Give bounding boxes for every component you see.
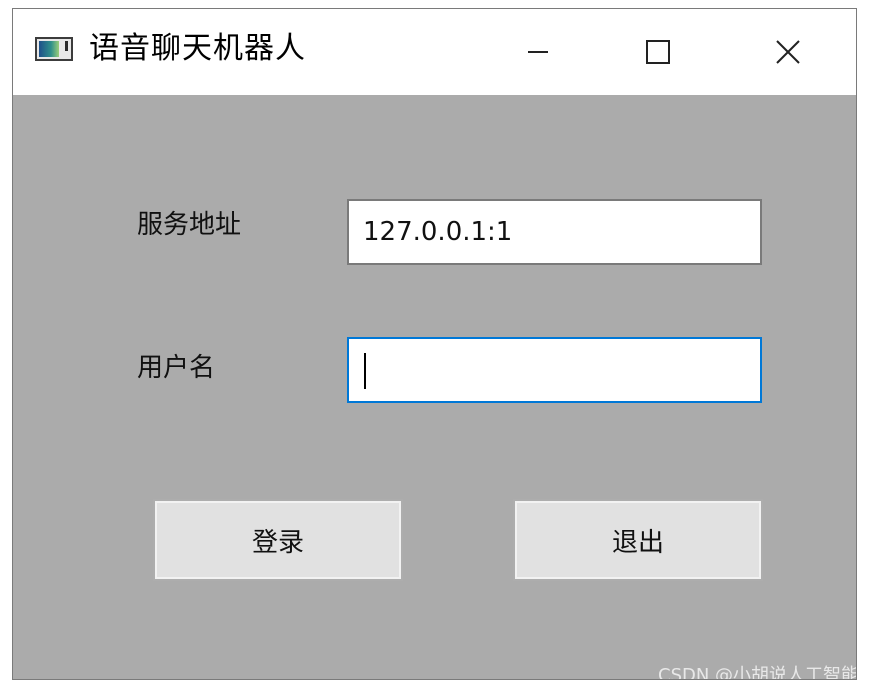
maximize-button[interactable] <box>603 9 713 95</box>
login-button[interactable]: 登录 <box>153 499 403 581</box>
app-window-icon <box>35 37 73 61</box>
app-icon-fill <box>39 41 59 57</box>
username-input[interactable] <box>347 337 762 403</box>
exit-button[interactable]: 退出 <box>513 499 763 581</box>
watermark-text: CSDN @小胡说人工智能 <box>658 665 857 680</box>
title-bar[interactable]: 语音聊天机器人 <box>13 9 856 95</box>
minimize-icon <box>528 51 548 53</box>
text-caret <box>364 353 366 389</box>
minimize-button[interactable] <box>483 9 593 95</box>
maximize-icon <box>646 40 670 64</box>
window-title: 语音聊天机器人 <box>89 31 306 66</box>
close-button[interactable] <box>733 9 843 95</box>
server-address-input[interactable] <box>347 199 762 265</box>
server-address-label: 服务地址 <box>137 210 242 240</box>
app-icon-mark <box>65 41 68 51</box>
app-window: 语音聊天机器人 服务地址 用户名 登录 退出 CSDN @小胡说人工智能 <box>12 8 857 680</box>
username-label: 用户名 <box>137 353 216 383</box>
close-icon <box>776 40 800 64</box>
